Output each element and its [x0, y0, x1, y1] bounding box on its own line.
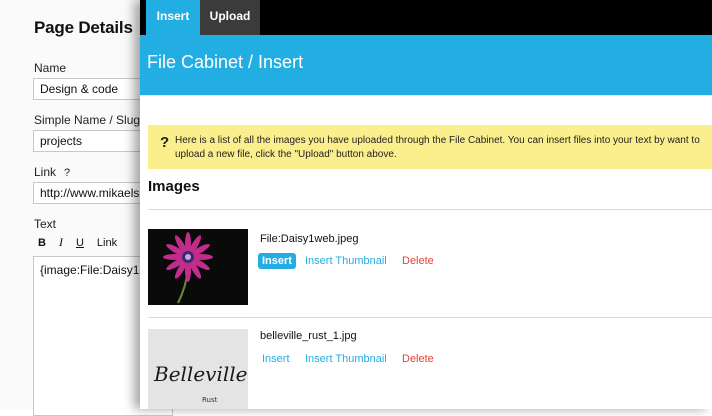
- tab-upload[interactable]: Upload: [200, 0, 260, 35]
- link-label-text: Link: [34, 165, 57, 179]
- image-file-name: File:Daisy1web.jpeg: [260, 233, 359, 245]
- section-divider: [148, 209, 712, 210]
- daisy-image: [148, 229, 248, 305]
- simple-name-label: Simple Name / Slug: [34, 113, 141, 127]
- image-file-name: belleville_rust_1.jpg: [260, 330, 357, 342]
- text-toolbar: B I U Link: [38, 235, 130, 250]
- thumb-title: Belleville: [153, 362, 248, 386]
- link-label: Link?: [34, 165, 70, 179]
- insert-button[interactable]: Insert: [258, 253, 296, 269]
- bold-button[interactable]: B: [38, 237, 46, 249]
- insert-link[interactable]: Insert: [262, 353, 290, 365]
- question-icon: ?: [160, 134, 170, 151]
- insert-thumbnail-link[interactable]: Insert Thumbnail: [305, 255, 387, 267]
- panel-title: File Cabinet / Insert: [147, 52, 304, 72]
- tab-insert[interactable]: Insert: [146, 0, 200, 35]
- file-cabinet-panel: Insert Upload File Cabinet / Insert ? He…: [140, 0, 712, 409]
- info-notice: ? Here is a list of all the images you h…: [148, 125, 712, 169]
- link-button[interactable]: Link: [97, 237, 117, 249]
- header-divider: [140, 95, 712, 96]
- belleville-image: Belleville Rust: [148, 329, 248, 409]
- thumb-subtitle: Rust: [202, 396, 218, 404]
- tab-bar: Insert Upload: [140, 0, 712, 35]
- delete-link[interactable]: Delete: [402, 255, 434, 267]
- page-details-editor: Page Details Name Design & code Simple N…: [0, 0, 173, 416]
- italic-button[interactable]: I: [59, 235, 63, 250]
- image-thumbnail: Belleville Rust: [148, 329, 248, 409]
- images-heading: Images: [148, 178, 200, 195]
- underline-button[interactable]: U: [76, 237, 84, 249]
- insert-thumbnail-link[interactable]: Insert Thumbnail: [305, 353, 387, 365]
- notice-text: Here is a list of all the images you hav…: [175, 135, 700, 160]
- row-divider: [148, 317, 712, 318]
- text-label: Text: [34, 217, 57, 231]
- help-icon[interactable]: ?: [64, 167, 70, 179]
- panel-header: File Cabinet / Insert: [140, 35, 712, 95]
- page-details-title: Page Details: [34, 18, 133, 37]
- image-thumbnail: [148, 229, 248, 305]
- name-label: Name: [34, 61, 67, 75]
- delete-link[interactable]: Delete: [402, 353, 434, 365]
